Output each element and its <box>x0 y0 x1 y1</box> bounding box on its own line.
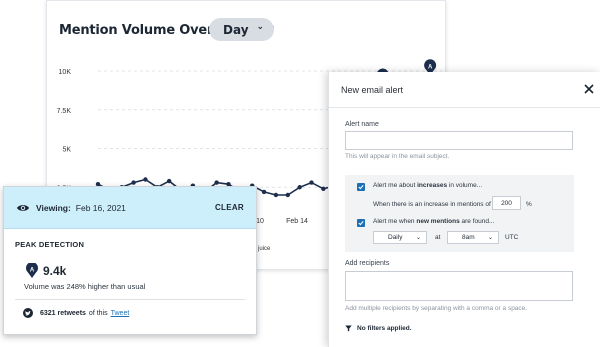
tweet-text: of this <box>88 309 108 317</box>
data-point <box>309 180 314 185</box>
clear-button[interactable]: CLEAR <box>215 203 244 212</box>
x-tick-label: 10 <box>256 218 264 225</box>
twitter-bird-icon <box>23 308 33 318</box>
peak-marker-label: A <box>428 65 433 71</box>
peak-marker-label: A <box>30 268 35 274</box>
data-point <box>297 185 302 190</box>
time-select[interactable]: 8am ⌄ <box>447 231 499 244</box>
email-alert-modal: New email alert Alert name This will app… <box>328 72 600 347</box>
at-label: at <box>435 234 441 241</box>
peak-description: Volume was 248% higher than usual <box>24 282 146 291</box>
new-mentions-checkbox[interactable] <box>357 219 365 227</box>
viewing-date: Feb 16, 2021 <box>75 202 126 213</box>
data-point <box>285 192 290 198</box>
modal-title: New email alert <box>341 85 404 95</box>
divider <box>15 299 245 300</box>
increase-percent-input[interactable]: 200 <box>492 196 521 210</box>
increase-option-label: Alert me about increases in volume... <box>373 182 483 189</box>
new-mentions-option-label: Alert me when new mentions are found... <box>373 218 495 225</box>
filters-row[interactable]: No filters applied. <box>345 325 412 332</box>
recipients-hint: Add multiple recipients by separating wi… <box>345 305 528 312</box>
viewing-label: Viewing: <box>36 202 71 213</box>
frequency-select[interactable]: Daily ⌄ <box>373 231 427 244</box>
viewing-header: Viewing: Feb 16, 2021 CLEAR <box>4 187 256 229</box>
chevron-down-icon: ⌄ <box>415 235 421 241</box>
data-point <box>143 177 148 182</box>
viewing-panel: Viewing: Feb 16, 2021 CLEAR PEAK DETECTI… <box>3 186 257 335</box>
tweet-row: 6321 retweets of this Tweet <box>23 308 129 318</box>
increase-detail-text: When there is an increase in mentions of <box>373 201 491 208</box>
data-point <box>166 178 172 184</box>
data-point <box>131 180 136 185</box>
retweet-count: 6321 retweets <box>40 309 86 317</box>
peak-marker-icon: A <box>26 263 38 278</box>
check-icon <box>358 184 364 190</box>
data-point <box>321 186 326 191</box>
check-icon <box>358 220 364 226</box>
time-value: 8am <box>462 234 475 241</box>
alert-name-input[interactable] <box>345 131 573 150</box>
eye-icon <box>17 204 29 211</box>
y-tick-label: 7.5K <box>57 108 72 115</box>
y-tick-label: 10K <box>59 69 72 76</box>
modal-divider <box>329 107 600 108</box>
close-icon[interactable] <box>583 83 595 95</box>
y-tick-label: 5K <box>62 147 71 154</box>
peak-detection-heading: PEAK DETECTION <box>15 240 85 249</box>
recipients-input[interactable] <box>345 271 573 301</box>
tweet-link[interactable]: Tweet <box>111 310 130 317</box>
x-tick-label: Feb 14 <box>286 218 308 225</box>
peak-value: 9.4k <box>43 264 67 278</box>
frequency-value: Daily <box>388 234 403 241</box>
filter-icon <box>345 325 352 332</box>
data-point <box>261 189 267 195</box>
filters-text: No filters applied. <box>357 325 412 332</box>
data-point <box>273 192 279 198</box>
alert-name-label: Alert name <box>345 121 379 128</box>
data-point <box>214 180 219 185</box>
alert-name-hint: This will appear in the email subject. <box>345 153 450 160</box>
chevron-down-icon: ⌄ <box>487 235 493 241</box>
increase-checkbox[interactable] <box>357 183 365 191</box>
legend-label: juice <box>257 246 271 252</box>
recipients-label: Add recipients <box>345 260 390 267</box>
timezone-label: UTC <box>505 234 519 241</box>
percent-unit: % <box>526 201 532 208</box>
